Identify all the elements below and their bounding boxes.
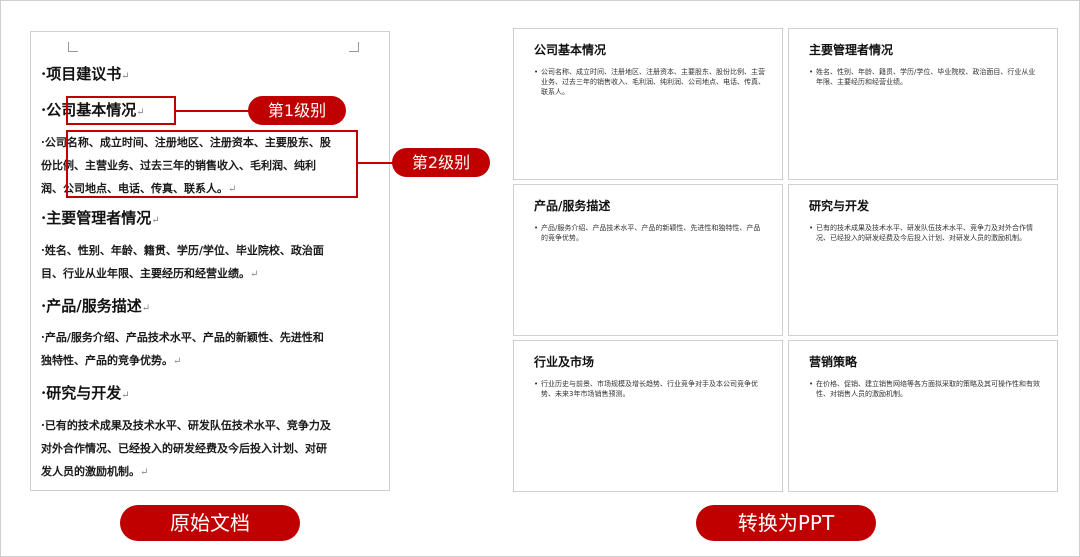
level1-connector-line bbox=[176, 110, 250, 112]
doc-heading-product: ·产品/服务描述↵ bbox=[41, 297, 151, 315]
slide-thumbnail[interactable]: 主要管理者情况 姓名、性别、年龄、籍贯、学历/学位、毕业院校、政治面目、行业从业… bbox=[788, 28, 1058, 180]
converted-ppt-caption: 转换为PPT bbox=[696, 505, 876, 541]
slide-title: 产品/服务描述 bbox=[534, 199, 611, 213]
slide-thumbnail[interactable]: 公司基本情况 公司名称、成立时间、注册地区、注册资本、主要股东、股份比例、主营业… bbox=[513, 28, 783, 180]
page-corner-mark bbox=[68, 42, 78, 52]
slide-title: 公司基本情况 bbox=[534, 43, 607, 57]
slide-bullet: 公司名称、成立时间、注册地区、注册资本、主要股东、股份比例、主营业务、过去三年的… bbox=[534, 67, 766, 97]
original-document-caption: 原始文档 bbox=[120, 505, 300, 541]
slide-title: 营销策略 bbox=[809, 355, 858, 369]
slide-title: 研究与开发 bbox=[809, 199, 870, 213]
level2-highlight-box bbox=[66, 130, 358, 198]
slide-title: 主要管理者情况 bbox=[809, 43, 894, 57]
doc-body-product: ·产品/服务介绍、产品技术水平、产品的新颖性、先进性和独特性、产品的竞争优势。↵ bbox=[41, 331, 324, 367]
level2-connector-line bbox=[358, 162, 394, 164]
slide-bullet: 姓名、性别、年龄、籍贯、学历/学位、毕业院校、政治面目、行业从业年限、主要经历和… bbox=[809, 67, 1041, 87]
slide-title: 行业及市场 bbox=[534, 355, 595, 369]
slide-bullet: 已有的技术成果及技术水平、研发队伍技术水平、竞争力及对外合作情况、已经投入的研发… bbox=[809, 223, 1041, 243]
level1-highlight-box bbox=[66, 96, 176, 125]
slide-thumbnail[interactable]: 产品/服务描述 产品/服务介绍、产品技术水平、产品的新颖性、先进性和独特性、产品… bbox=[513, 184, 783, 336]
doc-title: ·项目建议书↵ bbox=[41, 65, 130, 83]
slide-bullet: 产品/服务介绍、产品技术水平、产品的新颖性、先进性和独特性、产品的竞争优势。 bbox=[534, 223, 766, 243]
slide-bullet: 在价格、促销、建立销售网络等各方面拟采取的策略及其可操作性和有效性、对销售人员的… bbox=[809, 379, 1041, 399]
level2-callout: 第2级别 bbox=[392, 148, 490, 177]
slide-thumbnail[interactable]: 营销策略 在价格、促销、建立销售网络等各方面拟采取的策略及其可操作性和有效性、对… bbox=[788, 340, 1058, 492]
doc-body-rnd: ·已有的技术成果及技术水平、研发队伍技术水平、竞争力及对外合作情况、已经投入的研… bbox=[41, 419, 331, 478]
doc-heading-rnd: ·研究与开发↵ bbox=[41, 384, 130, 402]
level1-callout: 第1级别 bbox=[248, 96, 346, 125]
page-corner-mark bbox=[349, 42, 359, 52]
slide-thumbnail[interactable]: 行业及市场 行业历史与前景、市场规模及增长趋势、行业竞争对手及本公司竞争优势、未… bbox=[513, 340, 783, 492]
doc-heading-management: ·主要管理者情况↵ bbox=[41, 209, 160, 227]
doc-body-management: ·姓名、性别、年龄、籍贯、学历/学位、毕业院校、政治面目、行业从业年限、主要经历… bbox=[41, 244, 324, 280]
slide-thumbnail[interactable]: 研究与开发 已有的技术成果及技术水平、研发队伍技术水平、竞争力及对外合作情况、已… bbox=[788, 184, 1058, 336]
slide-bullet: 行业历史与前景、市场规模及增长趋势、行业竞争对手及本公司竞争优势、未来3年市场销… bbox=[534, 379, 766, 399]
